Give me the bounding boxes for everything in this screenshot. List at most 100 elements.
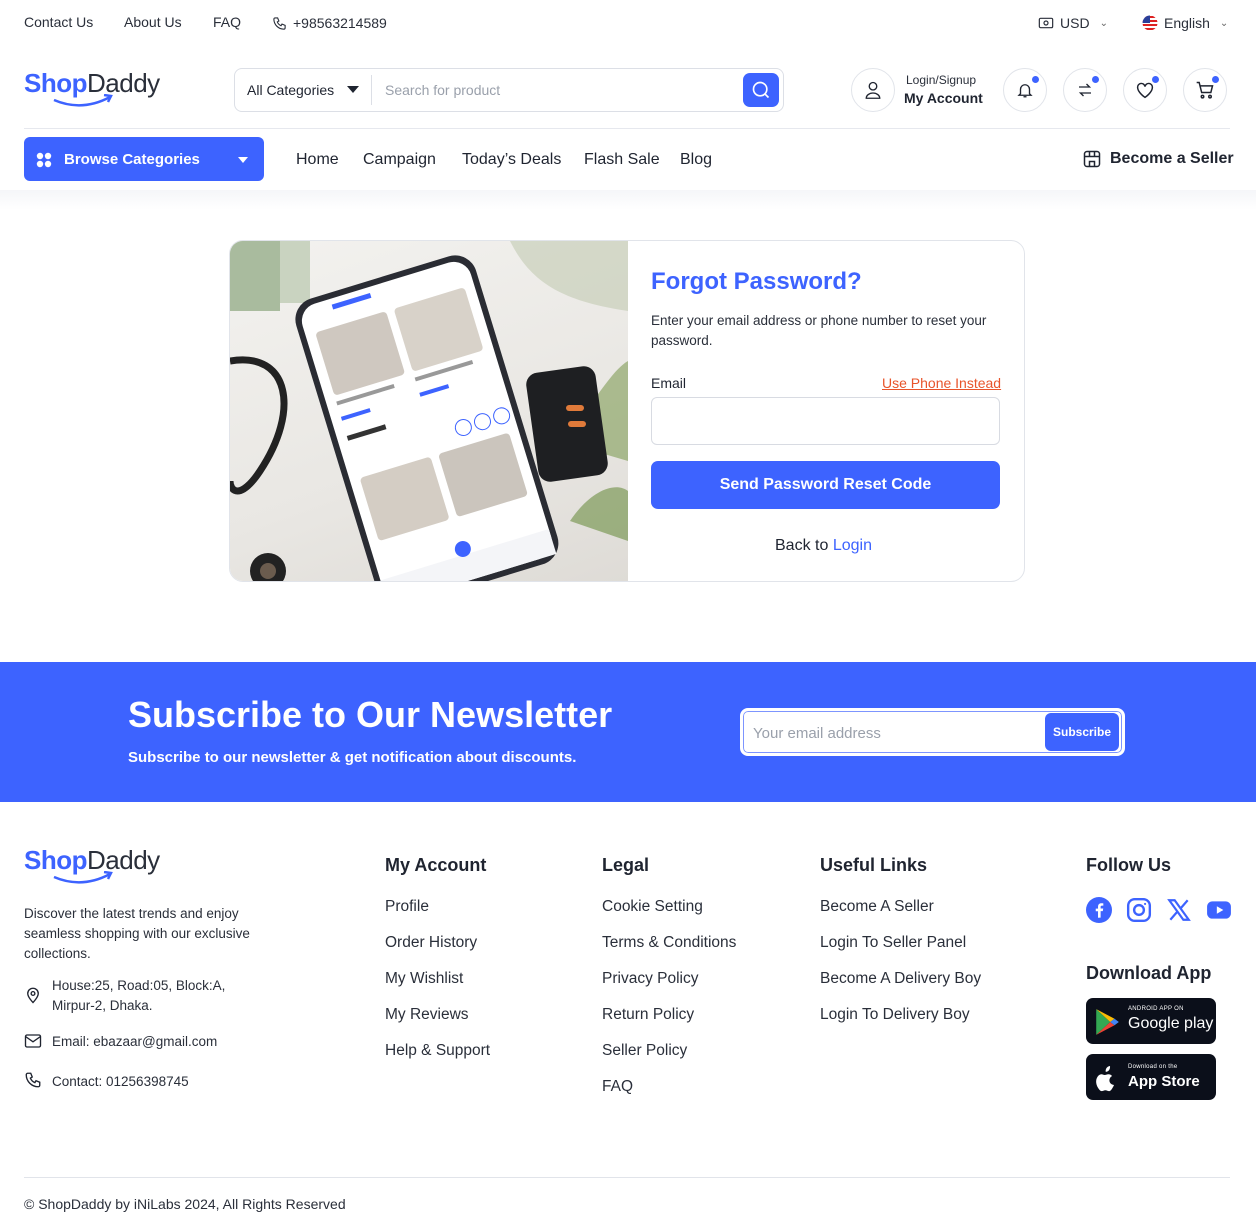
search-button[interactable] [743, 73, 779, 107]
us-flag-icon [1142, 15, 1158, 31]
caret-down-icon [347, 86, 359, 93]
footer-link-delivery-boy-login[interactable]: Login To Delivery Boy [820, 1006, 970, 1024]
footer-link-profile[interactable]: Profile [385, 898, 429, 916]
phone-icon [273, 16, 286, 30]
footer-follow-heading: Follow Us [1086, 855, 1171, 875]
back-to-login: Back to Login [775, 537, 872, 555]
about-us-link[interactable]: About Us [124, 14, 182, 30]
footer-link-my-reviews[interactable]: My Reviews [385, 1006, 469, 1024]
become-seller-link[interactable]: Become a Seller [1082, 149, 1234, 169]
search-input[interactable] [385, 79, 725, 101]
divider [371, 75, 372, 105]
contact-us-link[interactable]: Contact Us [24, 14, 93, 30]
youtube-icon[interactable] [1206, 897, 1232, 923]
footer-legal-heading: Legal [602, 855, 650, 875]
nav-blog[interactable]: Blog [680, 151, 712, 169]
phone-text: +98563214589 [293, 15, 387, 31]
copyright-text: © ShopDaddy by iNiLabs 2024, All Rights … [24, 1196, 346, 1212]
footer-email[interactable]: Email: ebazaar@gmail.com [52, 1032, 217, 1052]
compare-arrows-icon [1078, 83, 1092, 97]
footer-link-seller-panel[interactable]: Login To Seller Panel [820, 934, 966, 952]
nav-todays-deals[interactable]: Today’s Deals [462, 151, 561, 169]
footer-about-text: Discover the latest trends and enjoy sea… [24, 906, 250, 961]
app-store-small-text: Download on the [1128, 1064, 1178, 1070]
footer-logo[interactable]: ShopDaddy [24, 845, 160, 884]
back-to-text: Back to [775, 537, 829, 554]
login-signup-label[interactable]: Login/Signup [906, 73, 976, 87]
footer-link-return-policy[interactable]: Return Policy [602, 1006, 694, 1024]
newsletter-section: Subscribe to Our Newsletter Subscribe to… [0, 662, 1256, 802]
instagram-icon[interactable] [1126, 897, 1152, 923]
browse-categories-button[interactable]: Browse Categories [24, 137, 264, 181]
search-icon [752, 81, 770, 99]
app-store-big-text: App Store [1128, 1073, 1200, 1090]
category-select[interactable]: All Categories [247, 82, 334, 98]
section-shade [0, 190, 1256, 210]
logo-swoosh-icon [53, 871, 113, 884]
footer-link-help-support[interactable]: Help & Support [385, 1042, 490, 1060]
caret-down-icon [238, 157, 248, 163]
language-select[interactable]: English ⌄ [1142, 15, 1228, 31]
google-play-button[interactable]: ANDROID APP ON Google play [1086, 998, 1216, 1044]
faq-link[interactable]: FAQ [213, 14, 241, 30]
newsletter-email-input[interactable] [753, 722, 1023, 744]
language-label: English [1164, 15, 1210, 31]
footer-link-faq[interactable]: FAQ [602, 1078, 633, 1096]
footer-link-privacy[interactable]: Privacy Policy [602, 970, 698, 988]
nav-home[interactable]: Home [296, 151, 339, 169]
app-store-button[interactable]: Download on the App Store [1086, 1054, 1216, 1100]
nav-flash-sale[interactable]: Flash Sale [584, 151, 660, 169]
footer-my-account-heading: My Account [385, 855, 487, 875]
phone-mockup-image [230, 241, 628, 581]
footer-contact[interactable]: Contact: 01256398745 [52, 1072, 189, 1092]
footer-link-become-seller[interactable]: Become A Seller [820, 898, 934, 916]
footer-link-become-delivery-boy[interactable]: Become A Delivery Boy [820, 970, 981, 988]
grid-icon [36, 152, 52, 168]
footer-download-heading: Download App [1086, 963, 1212, 983]
currency-label: USD [1060, 15, 1090, 31]
x-twitter-icon[interactable] [1166, 897, 1192, 923]
top-bar: Contact Us About Us FAQ +98563214589 USD… [0, 0, 1256, 48]
google-play-small-text: ANDROID APP ON [1128, 1006, 1184, 1012]
newsletter-title: Subscribe to Our Newsletter [128, 694, 613, 735]
footer-link-terms[interactable]: Terms & Conditions [602, 934, 736, 952]
my-account-label[interactable]: My Account [904, 90, 983, 106]
logo-swoosh-icon [53, 94, 113, 107]
subscribe-button[interactable]: Subscribe [1045, 713, 1119, 751]
facebook-icon[interactable] [1086, 897, 1112, 923]
footer-link-order-history[interactable]: Order History [385, 934, 477, 952]
nav-campaign[interactable]: Campaign [363, 151, 436, 169]
phone-number[interactable]: +98563214589 [272, 15, 387, 31]
email-field[interactable] [651, 397, 1000, 445]
account-button[interactable] [851, 68, 895, 112]
login-link[interactable]: Login [833, 537, 872, 554]
notification-dot [1091, 75, 1100, 84]
notifications-button[interactable] [1003, 68, 1047, 112]
google-play-icon [1096, 1009, 1119, 1035]
chevron-down-icon: ⌄ [1219, 17, 1229, 29]
phone-product-illustration [230, 241, 628, 581]
browse-categories-label: Browse Categories [64, 151, 200, 168]
notification-dot [1031, 75, 1040, 84]
newsletter-form: Subscribe [740, 708, 1125, 756]
footer-link-my-wishlist[interactable]: My Wishlist [385, 970, 463, 988]
money-icon [1038, 17, 1054, 29]
footer-link-cookie-setting[interactable]: Cookie Setting [602, 898, 703, 916]
forgot-password-description: Enter your email address or phone number… [651, 313, 987, 348]
notification-dot [1211, 75, 1220, 84]
footer-divider [24, 1177, 1230, 1178]
header-divider [24, 128, 1230, 129]
apple-icon [1096, 1066, 1114, 1092]
wishlist-button[interactable] [1123, 68, 1167, 112]
compare-button[interactable] [1063, 68, 1107, 112]
chevron-down-icon: ⌄ [1099, 17, 1108, 29]
logo[interactable]: ShopDaddy [24, 68, 160, 107]
currency-select[interactable]: USD ⌄ [1038, 15, 1108, 31]
send-reset-code-button[interactable]: Send Password Reset Code [651, 461, 1000, 509]
footer-address: House:25, Road:05, Block:A, Mirpur-2, Dh… [52, 978, 226, 1013]
email-label: Email [651, 375, 687, 391]
store-icon [1083, 150, 1101, 168]
cart-button[interactable] [1183, 68, 1227, 112]
footer-link-seller-policy[interactable]: Seller Policy [602, 1042, 687, 1060]
use-phone-instead-link[interactable]: Use Phone Instead [882, 375, 1001, 391]
